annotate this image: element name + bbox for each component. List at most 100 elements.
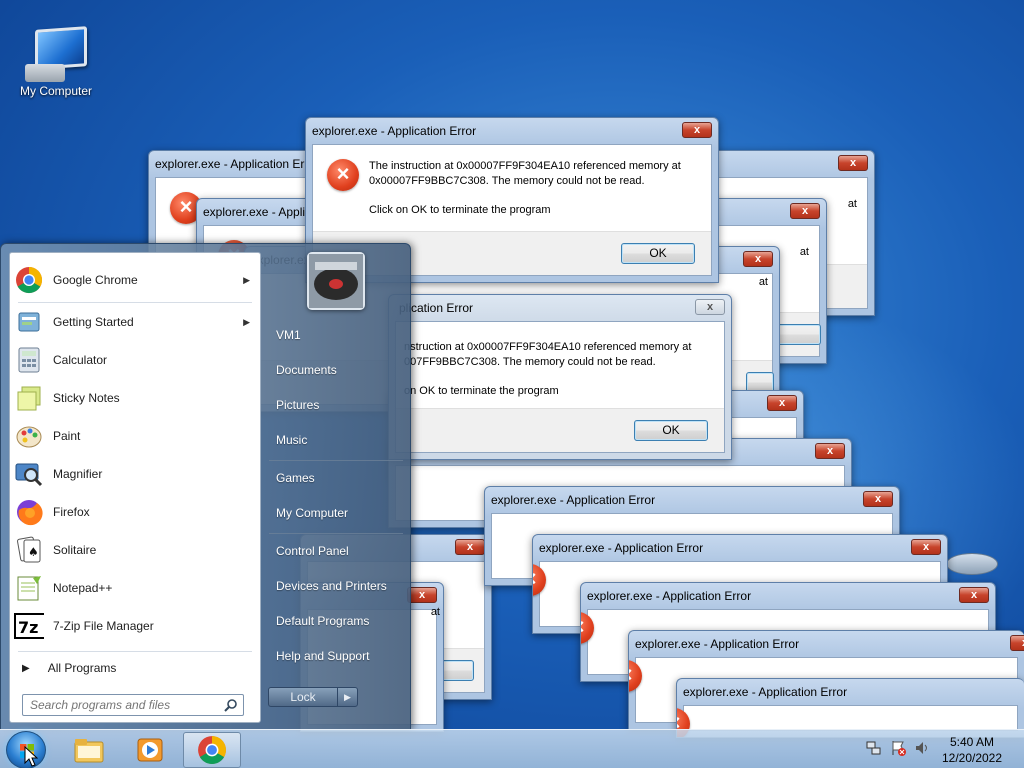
- divider: [18, 651, 252, 652]
- divider: [18, 302, 252, 303]
- turntable-icon: [309, 254, 363, 308]
- dialog-title: explorer.exe - Application Error: [539, 541, 704, 555]
- dialog-message-fragment: at: [847, 198, 857, 210]
- lock-button[interactable]: Lock ▶: [268, 687, 358, 707]
- media-player-icon: [137, 738, 163, 762]
- 7zip-icon: 7z: [14, 611, 44, 641]
- start-right-item-pictures[interactable]: Pictures: [276, 398, 319, 412]
- lock-label: Lock: [290, 690, 316, 704]
- program-label: 7-Zip File Manager: [53, 619, 154, 633]
- taskbar: 5:40 AM 12/20/2022: [0, 729, 1024, 768]
- start-right-item-help-support[interactable]: Help and Support: [276, 649, 369, 663]
- user-picture-avatar[interactable]: [307, 252, 365, 310]
- error-icon: ×: [581, 612, 594, 644]
- desktop-icon-my-computer[interactable]: My Computer: [8, 24, 104, 98]
- program-calculator[interactable]: Calculator: [10, 342, 260, 378]
- program-7zip[interactable]: 7z 7-Zip File Manager: [10, 608, 260, 644]
- program-solitaire[interactable]: ♠ Solitaire: [10, 532, 260, 568]
- error-dialog[interactable]: plication Error x nstruction at 0x00007F…: [388, 294, 732, 460]
- program-label: Sticky Notes: [53, 391, 120, 405]
- calculator-icon: [14, 345, 44, 375]
- network-icon[interactable]: [866, 740, 882, 759]
- firefox-icon: [14, 497, 44, 527]
- close-button[interactable]: x: [682, 122, 712, 138]
- start-menu-programs-pane: Google Chrome ▶ Getting Started ▶ Calcul…: [9, 252, 261, 723]
- search-icon[interactable]: [224, 698, 238, 715]
- chrome-icon: [198, 736, 226, 765]
- program-sticky-notes[interactable]: Sticky Notes: [10, 380, 260, 416]
- mouse-cursor-icon: [24, 746, 38, 767]
- taskbar-app-media-player[interactable]: [121, 732, 179, 768]
- start-right-item-devices-printers[interactable]: Devices and Printers: [276, 579, 387, 593]
- dialog-message-fragment: at: [799, 246, 809, 258]
- chrome-icon: [14, 265, 44, 295]
- program-label: Google Chrome: [53, 273, 138, 287]
- paint-icon: [14, 421, 44, 451]
- start-right-item-default-programs[interactable]: Default Programs: [276, 614, 369, 628]
- program-notepadpp[interactable]: Notepad++: [10, 570, 260, 606]
- close-button[interactable]: x: [695, 299, 725, 315]
- folder-icon: [74, 739, 104, 763]
- program-label: Paint: [53, 429, 81, 443]
- close-button[interactable]: x: [815, 443, 845, 459]
- clock-time: 5:40 AM: [949, 735, 995, 749]
- dialog-message: The instruction at 0x00007FF9F304EA10 re…: [369, 160, 681, 216]
- start-right-item-vm1[interactable]: VM1: [276, 328, 301, 342]
- program-label: Calculator: [53, 353, 108, 367]
- start-right-item-my-computer[interactable]: My Computer: [276, 506, 348, 520]
- all-programs-label: All Programs: [47, 661, 117, 675]
- submenu-arrow-icon: ▶: [243, 274, 250, 285]
- magnifier-icon: [14, 459, 44, 489]
- error-icon: ×: [327, 159, 359, 191]
- taskbar-app-explorer[interactable]: [60, 732, 118, 768]
- search-input[interactable]: [23, 695, 213, 715]
- ok-button[interactable]: OK: [634, 420, 708, 441]
- close-button[interactable]: x: [1010, 635, 1024, 651]
- getting-started-icon: [14, 307, 44, 337]
- divider: [269, 460, 403, 461]
- power-options-arrow-icon[interactable]: ▶: [337, 688, 357, 706]
- program-google-chrome[interactable]: Google Chrome ▶: [10, 262, 260, 298]
- search-box[interactable]: [22, 694, 244, 716]
- start-right-item-documents[interactable]: Documents: [276, 363, 337, 377]
- dialog-title: explorer.exe - Application Error: [155, 157, 320, 171]
- close-button[interactable]: x: [863, 491, 893, 507]
- submenu-arrow-icon: ▶: [243, 316, 250, 327]
- program-firefox[interactable]: Firefox: [10, 494, 260, 530]
- all-programs-button[interactable]: ▶ All Programs: [10, 653, 260, 683]
- divider: [269, 533, 403, 534]
- program-label: Getting Started: [53, 315, 134, 329]
- dialog-title: explorer.exe - Application Error: [312, 124, 477, 138]
- close-button[interactable]: x: [959, 587, 989, 603]
- close-button[interactable]: x: [455, 539, 485, 555]
- clock[interactable]: 5:40 AM 12/20/2022: [930, 734, 1014, 766]
- action-center-flag-icon[interactable]: [890, 740, 906, 759]
- desktop-icon-label: My Computer: [19, 84, 93, 98]
- start-menu[interactable]: Google Chrome ▶ Getting Started ▶ Calcul…: [0, 243, 411, 730]
- clock-date: 12/20/2022: [941, 751, 1003, 765]
- solitaire-icon: ♠: [14, 535, 44, 565]
- volume-icon[interactable]: [914, 740, 930, 759]
- recycle-bin-icon[interactable]: [946, 553, 998, 575]
- program-getting-started[interactable]: Getting Started ▶: [10, 304, 260, 340]
- taskbar-app-chrome[interactable]: [183, 732, 241, 768]
- svg-text:♠: ♠: [28, 545, 39, 559]
- close-button[interactable]: x: [743, 251, 773, 267]
- close-button[interactable]: x: [407, 587, 437, 603]
- close-button[interactable]: x: [790, 203, 820, 219]
- program-magnifier[interactable]: Magnifier: [10, 456, 260, 492]
- dialog-title: explorer.exe - Application Error: [587, 589, 752, 603]
- close-button[interactable]: x: [911, 539, 941, 555]
- error-icon: ×: [533, 564, 546, 596]
- close-button[interactable]: x: [838, 155, 868, 171]
- start-right-item-music[interactable]: Music: [276, 433, 307, 447]
- ok-button[interactable]: OK: [621, 243, 695, 264]
- start-right-item-control-panel[interactable]: Control Panel: [276, 544, 349, 558]
- close-button[interactable]: x: [767, 395, 797, 411]
- computer-icon: [21, 24, 91, 82]
- start-right-item-games[interactable]: Games: [276, 471, 315, 485]
- dialog-title: explorer.exe - Application Error: [683, 685, 848, 699]
- program-paint[interactable]: Paint: [10, 418, 260, 454]
- dialog-title: explorer.exe - Application Error: [635, 637, 800, 651]
- dialog-title: explorer.exe - Application Error: [491, 493, 656, 507]
